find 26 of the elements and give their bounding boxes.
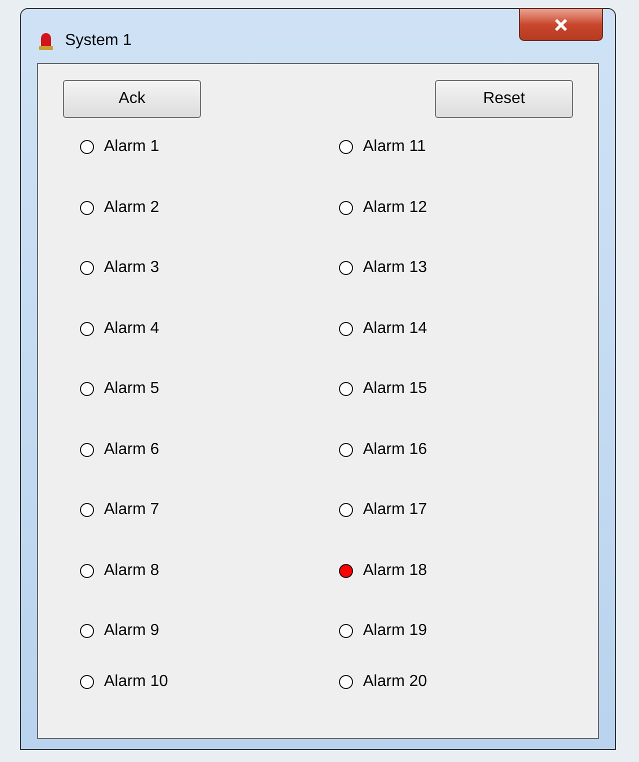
alarm-label: Alarm 19 bbox=[363, 621, 428, 641]
alarm-label: Alarm 10 bbox=[104, 672, 168, 692]
alarm-label: Alarm 15 bbox=[363, 379, 428, 399]
close-icon bbox=[554, 18, 568, 30]
alarm-label: Alarm 11 bbox=[363, 137, 426, 157]
window-title: System 1 bbox=[65, 31, 132, 51]
alarm-label: Alarm 5 bbox=[104, 379, 160, 399]
alarm-label: Alarm 14 bbox=[363, 318, 428, 338]
alarm-label: Alarm 17 bbox=[363, 500, 428, 520]
alarm-label: Alarm 12 bbox=[363, 198, 428, 218]
alarm-label: Alarm 9 bbox=[104, 621, 160, 641]
alarm-label: Alarm 3 bbox=[104, 258, 160, 278]
alarm-label: Alarm 8 bbox=[104, 560, 160, 580]
close-button[interactable] bbox=[519, 8, 603, 41]
alarm-label: Alarm 18 bbox=[363, 560, 428, 580]
ack-button[interactable]: Ack bbox=[63, 80, 201, 118]
reset-button[interactable]: Reset bbox=[435, 80, 573, 118]
alarm-light-icon bbox=[39, 32, 53, 50]
alarm-label: Alarm 2 bbox=[104, 198, 160, 218]
alarm-label: Alarm 16 bbox=[363, 440, 428, 460]
alarm-label: Alarm 13 bbox=[363, 258, 428, 278]
alarm-label: Alarm 4 bbox=[104, 318, 160, 338]
alarm-label: Alarm 1 bbox=[104, 137, 160, 157]
alarm-label: Alarm 7 bbox=[104, 500, 160, 520]
alarm-label: Alarm 20 bbox=[363, 672, 428, 692]
alarm-label: Alarm 6 bbox=[104, 440, 160, 460]
